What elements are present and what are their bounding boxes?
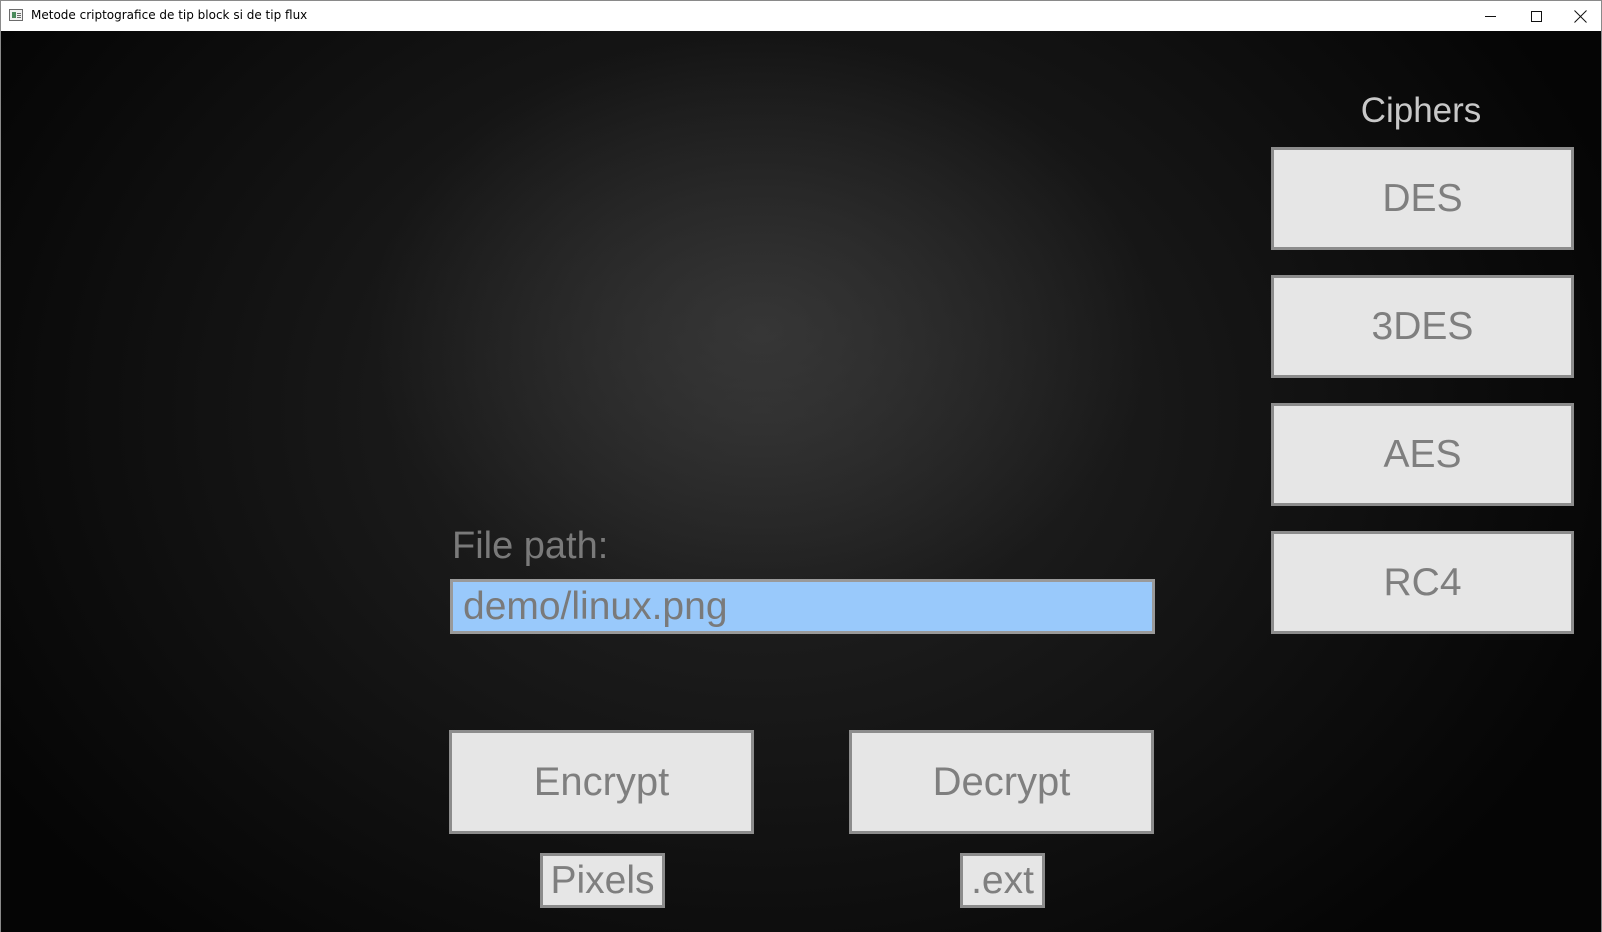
window-title: Metode criptografice de tip block si de … [31,8,308,22]
encrypt-button[interactable]: Encrypt [449,730,754,834]
minimize-button[interactable] [1467,1,1513,31]
ciphers-heading: Ciphers [1360,91,1482,130]
title-bar[interactable]: Metode criptografice de tip block si de … [1,1,1601,31]
close-icon [1574,10,1587,23]
minimize-icon [1484,15,1496,17]
ext-button[interactable]: .ext [960,853,1045,908]
decrypt-button[interactable]: Decrypt [849,730,1154,834]
maximize-icon [1530,10,1542,22]
main-canvas: Ciphers DES 3DES AES RC4 File path: Encr… [1,31,1601,932]
rc4-cipher-button[interactable]: RC4 [1271,531,1574,634]
file-path-label: File path: [452,525,609,567]
app-window-icon [9,9,23,21]
maximize-button[interactable] [1513,1,1559,31]
des-cipher-button[interactable]: DES [1271,147,1574,250]
file-path-input[interactable] [450,579,1155,634]
aes-cipher-button[interactable]: AES [1271,403,1574,506]
pixels-button[interactable]: Pixels [540,853,665,908]
app-window: Metode criptografice de tip block si de … [0,0,1602,932]
close-button[interactable] [1557,1,1602,31]
3des-cipher-button[interactable]: 3DES [1271,275,1574,378]
